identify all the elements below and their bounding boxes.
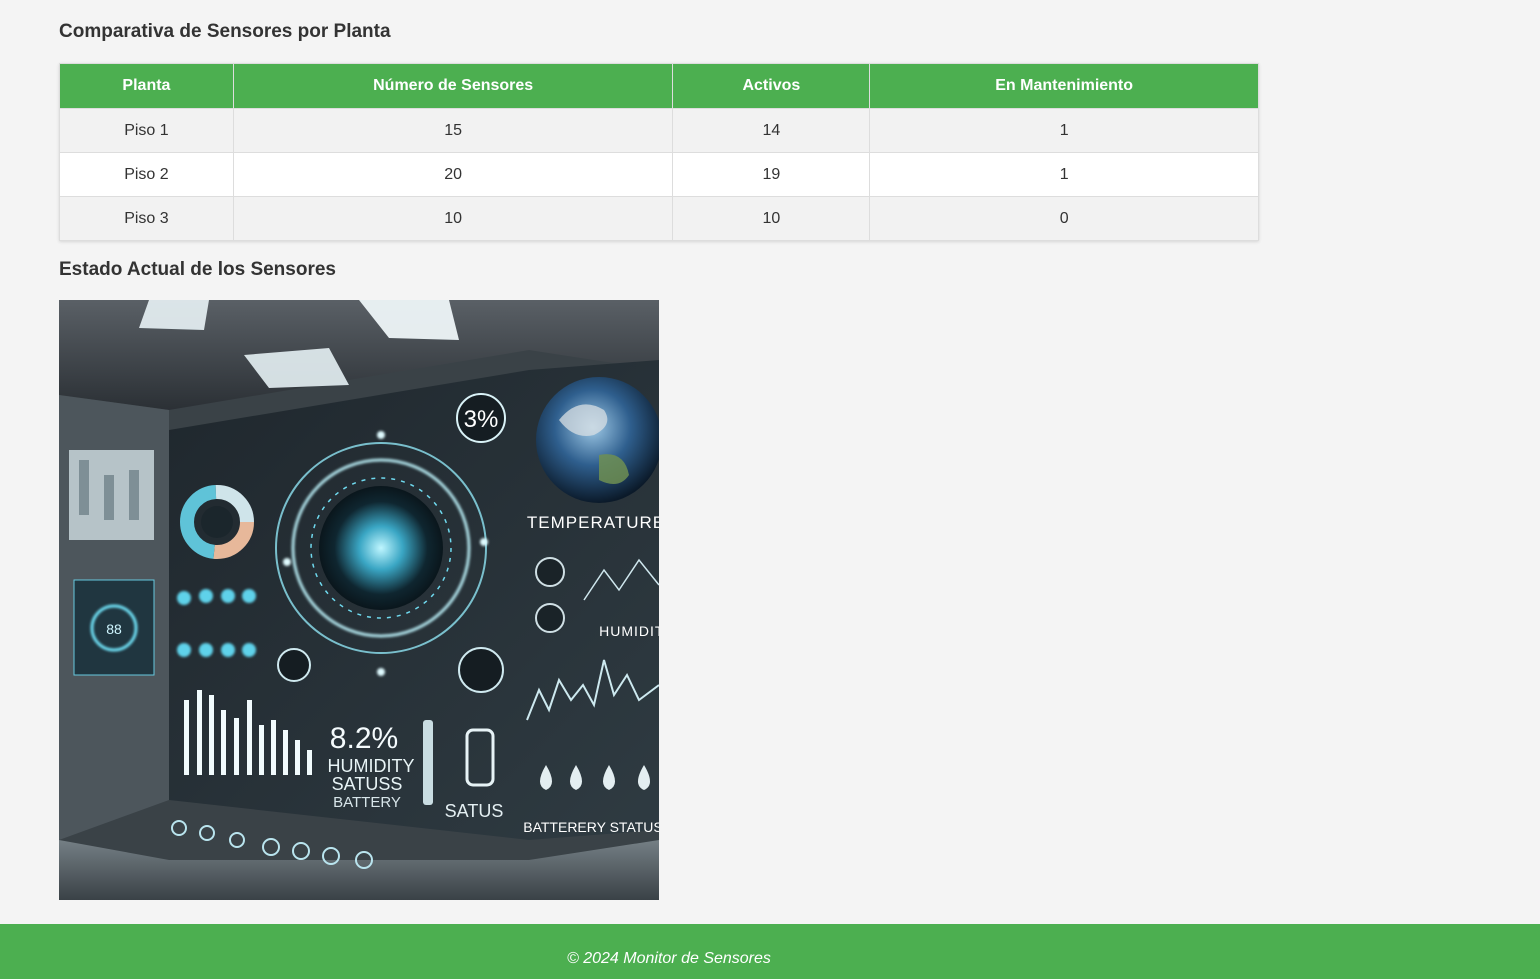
cell-numero-sensores: 15 — [232, 108, 674, 153]
table-row: Piso 2 20 19 1 — [59, 152, 1259, 197]
status-section-title: Estado Actual de los Sensores — [59, 259, 336, 280]
table-row: Piso 3 10 10 0 — [59, 196, 1259, 241]
sensor-comparison-table: Planta Número de Sensores Activos En Man… — [59, 63, 1259, 241]
comparison-section-title: Comparativa de Sensores por Planta — [59, 21, 391, 42]
table-header-row: Planta Número de Sensores Activos En Man… — [59, 63, 1259, 109]
column-header-planta: Planta — [59, 63, 234, 109]
table-row: Piso 1 15 14 1 — [59, 108, 1259, 153]
small-readout-text: 88 — [106, 621, 122, 637]
cell-mantenimiento: 1 — [869, 108, 1259, 153]
satuss-label: SATUSS — [332, 774, 403, 794]
cell-numero-sensores: 10 — [232, 196, 674, 241]
sensor-dashboard-image: 88 3% TEMPERATURE HUMIDI 8.2% HUMIDITY S… — [59, 300, 659, 900]
percent-bottom-text: 8.2% — [330, 722, 398, 755]
dashboard-illustration: 88 3% TEMPERATURE HUMIDI 8.2% HUMIDITY S… — [59, 300, 659, 900]
battery-label: BATTERY — [333, 794, 401, 811]
column-header-numero-sensores: Número de Sensores — [232, 63, 674, 109]
page-footer: © 2024 Monitor de Sensores — [0, 924, 1540, 979]
temperature-label: TEMPERATURE — [527, 513, 659, 532]
battery-status-label: BATTERERY STATUS — [523, 819, 659, 835]
cell-activos: 19 — [672, 152, 871, 197]
cell-activos: 14 — [672, 108, 871, 153]
cell-planta: Piso 3 — [59, 196, 234, 241]
cell-mantenimiento: 0 — [869, 196, 1259, 241]
humidity-label: HUMIDITY — [599, 623, 659, 639]
humidity-label-2: HUMIDITY — [328, 756, 415, 776]
column-header-activos: Activos — [672, 63, 871, 109]
cell-activos: 10 — [672, 196, 871, 241]
footer-copyright: © 2024 Monitor de Sensores — [567, 950, 771, 967]
cell-mantenimiento: 1 — [869, 152, 1259, 197]
column-header-mantenimiento: En Mantenimiento — [869, 63, 1259, 109]
satus-label: SATUS — [445, 801, 504, 821]
percent-top-text: 3% — [464, 406, 499, 433]
cell-planta: Piso 2 — [59, 152, 234, 197]
cell-numero-sensores: 20 — [232, 152, 674, 197]
cell-planta: Piso 1 — [59, 108, 234, 153]
